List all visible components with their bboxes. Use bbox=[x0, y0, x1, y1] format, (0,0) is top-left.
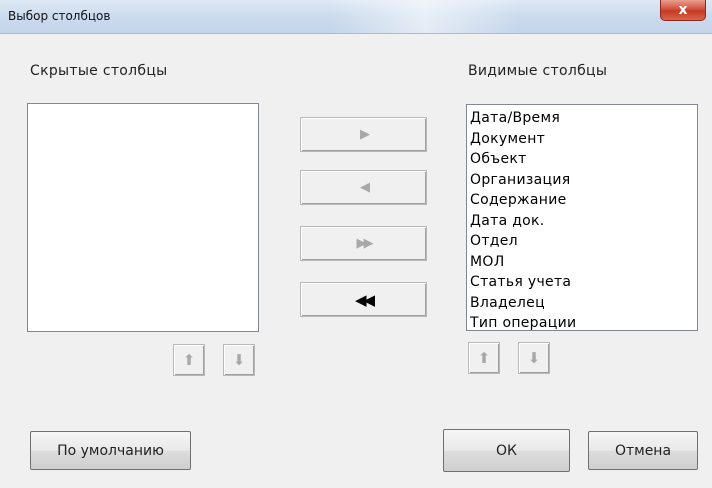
close-icon: x bbox=[678, 2, 688, 18]
list-item[interactable]: Статья учета bbox=[470, 272, 697, 293]
list-item[interactable]: Владелец bbox=[470, 293, 697, 314]
list-item[interactable]: Организация bbox=[470, 170, 697, 191]
list-item[interactable]: МОЛ bbox=[470, 252, 697, 273]
list-item[interactable]: Дата док. bbox=[470, 211, 697, 232]
move-all-right-button[interactable]: ▶▶ bbox=[300, 226, 427, 261]
close-button[interactable]: x bbox=[660, 0, 706, 21]
move-all-left-button[interactable]: ◀◀ bbox=[300, 282, 427, 317]
list-item[interactable]: Содержание bbox=[470, 190, 697, 211]
list-item[interactable]: Документ bbox=[470, 129, 697, 150]
visible-columns-label: Видимые столбцы bbox=[468, 63, 608, 79]
arrow-right-icon: ▶ bbox=[360, 127, 370, 142]
visible-move-up-button[interactable]: ⬆ bbox=[468, 342, 500, 374]
arrow-down-icon: ⬇ bbox=[527, 349, 541, 367]
hidden-move-down-button[interactable]: ⬇ bbox=[223, 344, 255, 376]
double-arrow-right-icon: ▶▶ bbox=[356, 236, 374, 251]
move-left-button[interactable]: ◀ bbox=[300, 170, 427, 205]
visible-columns-list[interactable]: Дата/Время Документ Объект Организация Содер… bbox=[466, 104, 698, 331]
default-button[interactable]: По умолчанию bbox=[30, 431, 191, 470]
list-item[interactable]: Дата/Время bbox=[470, 108, 697, 129]
default-button-label: По умолчанию bbox=[57, 442, 164, 459]
double-arrow-left-icon: ◀◀ bbox=[354, 290, 375, 309]
list-item[interactable]: Объект bbox=[470, 149, 697, 170]
arrow-down-icon: ⬇ bbox=[232, 351, 246, 369]
hidden-move-up-button[interactable]: ⬆ bbox=[173, 344, 205, 376]
window-title: Выбор столбцов bbox=[8, 9, 111, 23]
title-bar-glare bbox=[330, 0, 520, 33]
list-item[interactable]: Отдел bbox=[470, 231, 697, 252]
cancel-button-label: Отмена bbox=[614, 442, 672, 459]
arrow-up-icon: ⬆ bbox=[182, 351, 196, 369]
hidden-columns-list[interactable] bbox=[27, 103, 259, 332]
hidden-columns-label: Скрытые столбцы bbox=[30, 63, 168, 79]
title-bar[interactable]: Выбор столбцов x bbox=[0, 0, 712, 34]
visible-move-down-button[interactable]: ⬇ bbox=[518, 342, 550, 374]
arrow-left-icon: ◀ bbox=[360, 180, 370, 195]
list-item[interactable]: Тип операции bbox=[470, 313, 697, 334]
ok-button[interactable]: ОК bbox=[443, 429, 570, 472]
move-right-button[interactable]: ▶ bbox=[300, 117, 427, 152]
arrow-up-icon: ⬆ bbox=[477, 349, 491, 367]
ok-button-label: ОК bbox=[496, 442, 517, 459]
cancel-button[interactable]: Отмена bbox=[588, 431, 698, 470]
